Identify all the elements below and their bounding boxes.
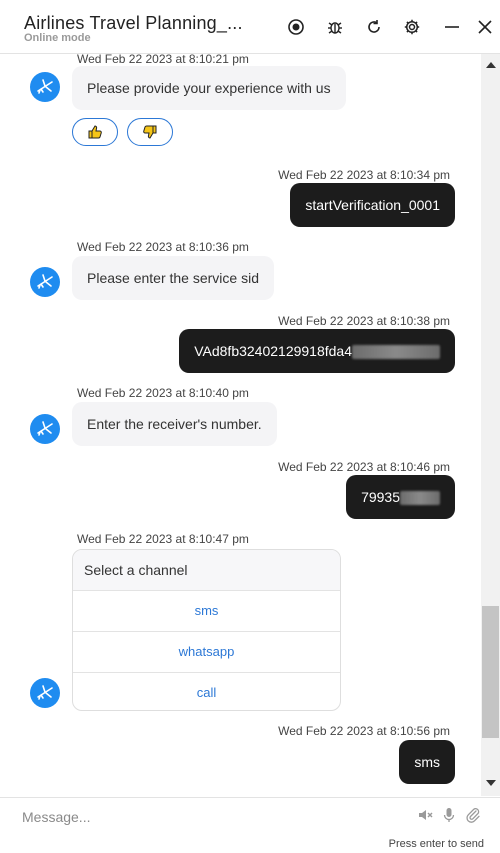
bot-avatar-icon	[30, 72, 60, 102]
message-timestamp: Wed Feb 22 2023 at 8:10:38 pm	[278, 314, 450, 328]
bot-avatar-icon	[30, 267, 60, 297]
close-icon[interactable]	[475, 17, 495, 37]
scroll-down-arrow-icon[interactable]	[486, 780, 496, 786]
user-message: startVerification_0001	[290, 183, 455, 227]
chat-scrollbar[interactable]	[481, 54, 500, 796]
channel-option-whatsapp[interactable]: whatsapp	[73, 632, 340, 673]
message-composer: Press enter to send	[0, 797, 500, 853]
redacted-text	[352, 345, 440, 360]
message-timestamp: Wed Feb 22 2023 at 8:10:56 pm	[278, 724, 450, 738]
bot-message: Please enter the service sid	[72, 256, 274, 300]
minimize-icon[interactable]	[442, 17, 462, 37]
user-message: 79935	[346, 475, 455, 519]
message-timestamp: Wed Feb 22 2023 at 8:10:47 pm	[77, 532, 249, 546]
send-hint: Press enter to send	[388, 838, 484, 850]
bot-avatar-icon	[30, 678, 60, 708]
chat-transcript: Wed Feb 22 2023 at 8:10:21 pm Please pro…	[0, 54, 480, 796]
message-timestamp: Wed Feb 22 2023 at 8:10:21 pm	[77, 54, 249, 66]
chat-header: Airlines Travel Planning_... Online mode	[0, 0, 500, 54]
microphone-icon[interactable]	[440, 806, 458, 824]
user-message: VAd8fb32402129918fda4	[179, 329, 455, 373]
thumbs-down-button[interactable]	[127, 118, 173, 146]
chat-title: Airlines Travel Planning_...	[24, 13, 243, 33]
thumbs-up-button[interactable]	[72, 118, 118, 146]
bot-avatar-icon	[30, 414, 60, 444]
message-timestamp: Wed Feb 22 2023 at 8:10:46 pm	[278, 460, 450, 474]
redacted-text	[400, 491, 440, 506]
message-timestamp: Wed Feb 22 2023 at 8:10:36 pm	[77, 240, 249, 254]
message-timestamp: Wed Feb 22 2023 at 8:10:34 pm	[278, 168, 450, 182]
channel-option-sms[interactable]: sms	[73, 591, 340, 632]
channel-option-call[interactable]: call	[73, 673, 340, 710]
message-timestamp: Wed Feb 22 2023 at 8:10:40 pm	[77, 386, 249, 400]
speaker-muted-icon[interactable]	[416, 806, 434, 824]
channel-selector-heading: Select a channel	[73, 550, 340, 591]
scrollbar-thumb[interactable]	[482, 606, 499, 738]
user-message-text: 79935	[361, 489, 400, 505]
bug-icon[interactable]	[325, 17, 345, 37]
bot-message: Enter the receiver's number.	[72, 402, 277, 446]
message-input[interactable]	[22, 806, 392, 828]
scroll-up-arrow-icon[interactable]	[486, 62, 496, 68]
refresh-icon[interactable]	[364, 17, 384, 37]
bot-message: Please provide your experience with us	[72, 66, 346, 110]
channel-selector-card: Select a channel sms whatsapp call	[72, 549, 341, 711]
user-message: sms	[399, 740, 455, 784]
attachment-icon[interactable]	[464, 806, 482, 824]
thumbs-down-icon	[143, 125, 157, 139]
user-message-text: VAd8fb32402129918fda4	[194, 343, 352, 359]
connection-status: Online mode	[24, 32, 91, 44]
settings-icon[interactable]	[402, 17, 422, 37]
thumbs-up-icon	[88, 125, 102, 139]
record-icon[interactable]	[286, 17, 306, 37]
